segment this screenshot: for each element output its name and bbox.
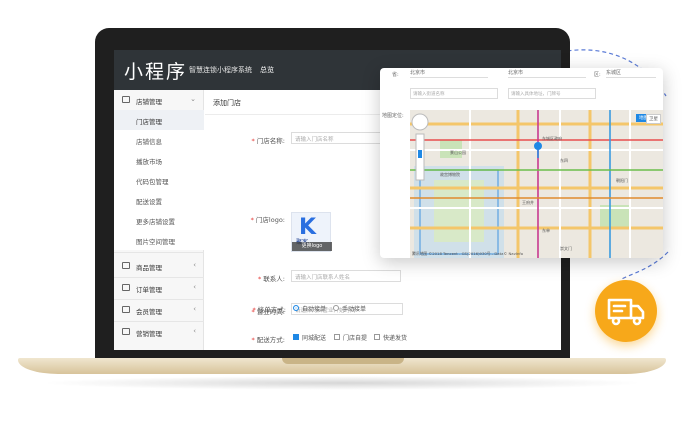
chevron-left-icon: ‹ (193, 283, 196, 291)
sidebar-group-label: 营销管理 (136, 330, 162, 338)
sidebar-group-marketing[interactable]: 营销管理 ‹ (114, 322, 204, 342)
delivery-option-city-checkbox[interactable] (293, 334, 299, 340)
sidebar-item-label: 店铺信息 (136, 138, 162, 146)
truck-icon (607, 298, 645, 326)
district-label: 区: (594, 72, 601, 78)
map-place-label: 东城区政府 (542, 135, 562, 141)
sidebar-item-stores[interactable]: 门店管理 (114, 110, 204, 130)
sidebar-group-orders[interactable]: 订单管理 ‹ (114, 278, 204, 298)
app-subtitle: 智慧连锁小程序系统 (189, 66, 252, 74)
map-place-label: 东四 (560, 157, 568, 163)
map-card: 省: 北京市 北京市 区: 东城区 请输入街道名称 请输入具体地址，门牌号 地图… (380, 68, 663, 258)
sidebar: 店铺管理 ⌄ 门店管理 店铺信息 播放市场 代码包管理 配送设置 更多店铺设置 … (114, 90, 204, 350)
sidebar-item-label: 更多店铺设置 (136, 218, 175, 226)
laptop-notch (282, 358, 404, 364)
sidebar-item-label: 代码包管理 (136, 178, 169, 186)
sidebar-group-label: 会员管理 (136, 308, 162, 316)
city-value: 北京市 (508, 70, 524, 76)
sidebar-item-label: 图片空间管理 (136, 238, 175, 246)
map-place-label: 朝阳门 (616, 177, 628, 183)
chevron-down-icon: ⌄ (190, 95, 196, 103)
change-logo-button[interactable]: 更换logo (292, 242, 332, 251)
address-input[interactable]: 请输入具体地址，门牌号 (508, 88, 596, 99)
chevron-left-icon: ‹ (193, 327, 196, 335)
delivery-option-city: 同城配送 (302, 335, 327, 342)
map-copyright: 腾讯地图 ©2018 Tencent - GS(2016)930号 - Data… (412, 251, 524, 256)
delivery-option-express-checkbox[interactable] (374, 334, 380, 340)
delivery-label: * 配送方式: (251, 336, 285, 344)
goods-icon (122, 262, 130, 269)
district-value: 东城区 (606, 70, 622, 76)
stage: 小程序 智慧连锁小程序系统 总览 店铺管理 ⌄ 门店管理 店铺信息 播放市场 代… (0, 0, 685, 446)
sidebar-item-code-package[interactable]: 代码包管理 (114, 170, 204, 190)
map-position-label: 地图定位: (382, 113, 404, 119)
sidebar-item-more-settings[interactable]: 更多店铺设置 (114, 210, 204, 230)
marketing-icon (122, 328, 130, 335)
map-canvas: 景山公园 故宫博物院 东城区政府 东四 朝阳门 王府井 东单 崇文门 (410, 110, 663, 258)
sidebar-group-label: 商品管理 (136, 264, 162, 272)
store-logo-upload[interactable]: K 聚客 更换logo (291, 212, 332, 252)
map-place-label: 崇文门 (560, 245, 572, 251)
city-select[interactable]: 北京市 (508, 69, 586, 78)
sidebar-item-market[interactable]: 播放市场 (114, 150, 204, 170)
chevron-left-icon: ‹ (193, 305, 196, 313)
province-select[interactable]: 北京市 (410, 69, 488, 78)
delivery-option-pickup-checkbox[interactable] (334, 334, 340, 340)
map-place-label: 景山公园 (450, 149, 466, 155)
chevron-left-icon: ‹ (193, 261, 196, 269)
sidebar-group-label: 订单管理 (136, 286, 162, 294)
order-mode-label: * 接单方式: (252, 306, 286, 314)
nav-home[interactable]: 总览 (260, 65, 274, 75)
map-place-label: 东单 (542, 227, 550, 233)
province-value: 北京市 (410, 70, 426, 76)
sidebar-item-label: 配送设置 (136, 198, 162, 206)
sidebar-group-goods[interactable]: 商品管理 ‹ (114, 256, 204, 276)
district-select[interactable]: 东城区 (606, 69, 656, 78)
sidebar-group-label: 店铺管理 (136, 98, 162, 106)
satellite-type-toggle[interactable]: 卫星 (646, 114, 661, 124)
map-place-label: 故宫博物院 (440, 171, 460, 177)
delivery-option-pickup: 门店自提 (343, 335, 368, 342)
street-search-input[interactable]: 请输入街道名称 (410, 88, 498, 99)
sidebar-group-members[interactable]: 会员管理 ‹ (114, 300, 204, 320)
store-icon (122, 96, 130, 103)
members-icon (122, 306, 130, 313)
delivery-option-express: 快递发货 (383, 335, 408, 342)
app-logo: 小程序 (124, 61, 188, 83)
laptop-shadow (40, 376, 645, 390)
sidebar-item-label: 播放市场 (136, 158, 162, 166)
breadcrumb: 添加门店 (213, 99, 241, 107)
order-auto-radio[interactable] (293, 305, 299, 311)
sidebar-item-delivery[interactable]: 配送设置 (114, 190, 204, 210)
order-manual-radio[interactable] (333, 305, 339, 311)
order-manual-label: 手动接单 (342, 306, 367, 313)
map-view[interactable]: 景山公园 故宫博物院 东城区政府 东四 朝阳门 王府井 东单 崇文门 地图 卫星… (410, 110, 663, 258)
order-auto-label: 自动接单 (302, 306, 327, 313)
delivery-badge (595, 280, 657, 342)
sidebar-item-image-space[interactable]: 图片空间管理 (114, 230, 204, 250)
map-place-label: 王府井 (522, 199, 534, 205)
orders-icon (122, 284, 130, 291)
sidebar-item-shop-info[interactable]: 店铺信息 (114, 130, 204, 150)
sidebar-group-store[interactable]: 店铺管理 ⌄ (114, 90, 204, 110)
store-name-label: * 门店名称: (251, 137, 285, 145)
store-logo-label: * 门店logo: (250, 216, 285, 224)
divider (114, 252, 204, 253)
contact-label: * 联系人: (258, 275, 285, 283)
province-label: 省: (392, 72, 399, 78)
contact-input[interactable]: 请输入门店联系人姓名 (291, 270, 401, 282)
sidebar-item-label: 门店管理 (136, 118, 162, 126)
